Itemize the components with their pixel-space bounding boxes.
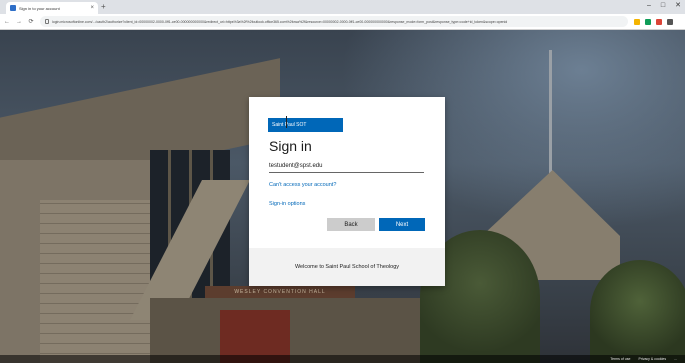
reload-icon[interactable]: ⟳ — [26, 18, 36, 25]
new-tab-button[interactable]: + — [101, 2, 106, 12]
extension-icon-2[interactable] — [645, 18, 651, 25]
terms-of-use-link[interactable]: Terms of use — [610, 357, 630, 361]
stone-wall — [40, 200, 150, 363]
more-options-link[interactable]: ... — [674, 357, 677, 361]
profile-avatar-icon[interactable] — [667, 18, 673, 25]
text-cursor — [286, 116, 287, 128]
address-bar[interactable]: login.microsoftonline.com/.../oauth2/aut… — [40, 16, 628, 27]
forward-arrow-icon[interactable]: → — [14, 19, 24, 25]
tab-title: Sign in to your account — [19, 5, 60, 11]
window-controls: – □ ✕ — [647, 1, 681, 11]
browser-tab[interactable]: Sign in to your account × — [6, 2, 98, 14]
close-tab-icon[interactable]: × — [90, 5, 94, 11]
welcome-banner: Welcome to Saint Paul School of Theology — [249, 248, 445, 286]
page-footer: Terms of use Privacy & cookies ... — [0, 355, 685, 363]
back-arrow-icon[interactable]: ← — [2, 19, 12, 25]
building-base — [150, 298, 450, 363]
page-title: Sign in — [269, 138, 312, 154]
microsoft-favicon-icon — [10, 5, 16, 11]
browser-toolbar: ← → ⟳ login.microsoftonline.com/.../oaut… — [0, 14, 685, 30]
url-text: login.microsoftonline.com/.../oauth2/aut… — [52, 19, 508, 24]
back-button[interactable]: Back — [327, 218, 375, 231]
tab-strip: Sign in to your account × + – □ ✕ — [0, 0, 685, 14]
minimize-icon[interactable]: – — [647, 1, 651, 11]
lock-icon — [45, 19, 49, 24]
organization-logo: Saint Paul SOT — [268, 118, 343, 132]
maximize-icon[interactable]: □ — [661, 1, 665, 11]
sign-in-options-link[interactable]: Sign-in options — [269, 201, 305, 207]
close-window-icon[interactable]: ✕ — [675, 1, 681, 11]
cant-access-account-link[interactable]: Can't access your account? — [269, 182, 336, 188]
next-button[interactable]: Next — [379, 218, 425, 231]
extension-icon-1[interactable] — [634, 18, 640, 25]
extensions-area — [634, 18, 673, 25]
extension-icon-3[interactable] — [656, 18, 662, 25]
building-sign: WESLEY CONVENTION HALL — [205, 286, 355, 298]
tree-right — [590, 260, 685, 363]
privacy-link[interactable]: Privacy & cookies — [638, 357, 666, 361]
sign-in-dialog: Saint Paul SOT Sign in testudent@spst.ed… — [249, 97, 445, 286]
account-field[interactable]: testudent@spst.edu — [269, 161, 424, 173]
